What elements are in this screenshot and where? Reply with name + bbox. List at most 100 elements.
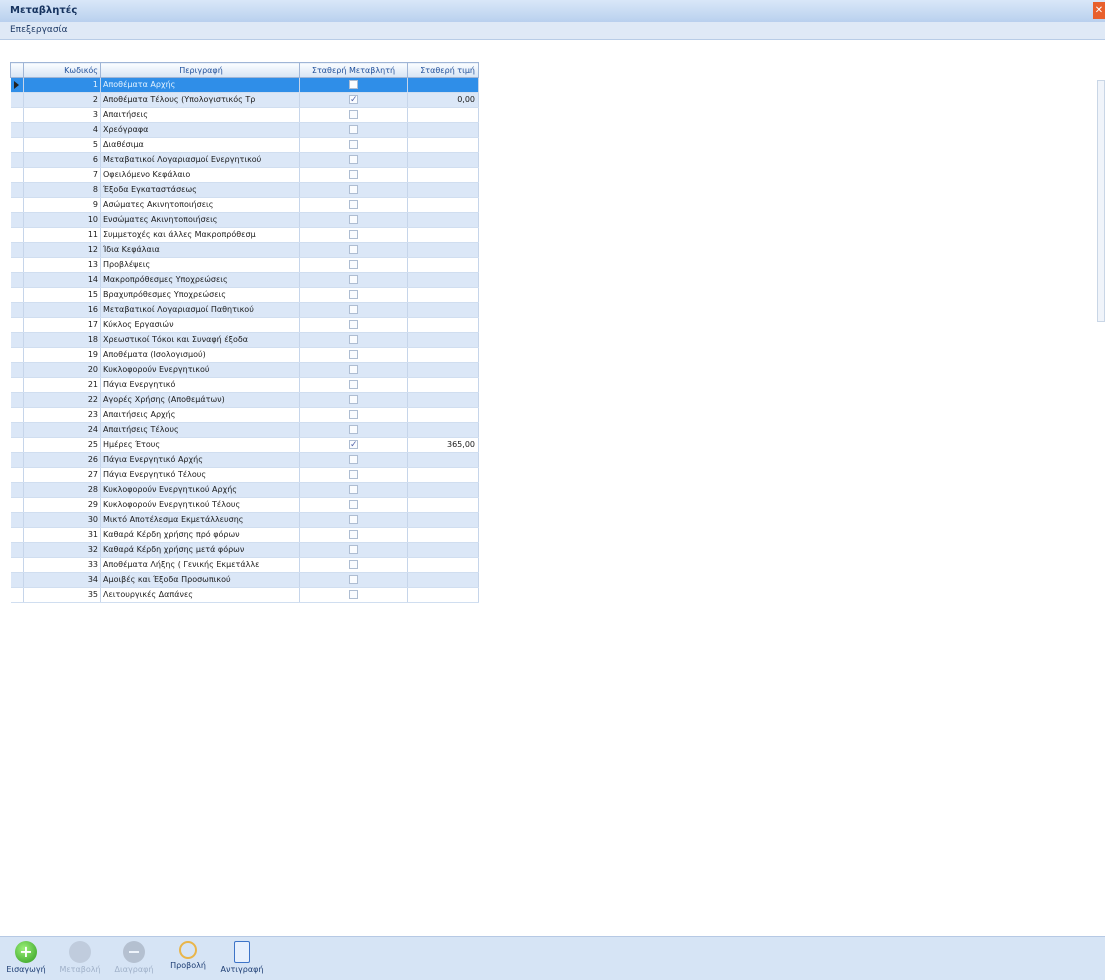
table-row[interactable]: 33 Αποθέματα Λήξης ( Γενικής Εκμετάλλε [10,557,479,573]
cell-description[interactable]: Διαθέσιμα [100,137,300,153]
cell-fixed-variable[interactable] [299,317,408,333]
fixed-checkbox[interactable] [349,260,358,269]
table-row[interactable]: 12 Ίδια Κεφάλαια [10,242,479,258]
cell-code[interactable]: 32 [23,542,101,558]
table-row[interactable]: 16 Μεταβατικοί Λογαριασμοί Παθητικού [10,302,479,318]
cell-fixed-variable[interactable] [299,527,408,543]
table-row[interactable]: 20 Κυκλοφορούν Ενεργητικού [10,362,479,378]
cell-fixed-variable[interactable] [299,302,408,318]
row-indicator[interactable] [10,542,24,558]
row-indicator[interactable] [10,332,24,348]
cell-fixed-value[interactable]: 0,00 [407,92,479,108]
row-indicator[interactable] [10,287,24,303]
cell-fixed-value[interactable] [407,227,479,243]
fixed-checkbox[interactable] [349,200,358,209]
cell-fixed-value[interactable] [407,167,479,183]
cell-code[interactable]: 8 [23,182,101,198]
fixed-checkbox[interactable] [349,140,358,149]
cell-description[interactable]: Κύκλος Εργασιών [100,317,300,333]
edit-button[interactable]: Μεταβολή [58,941,102,974]
cell-fixed-variable[interactable] [299,92,408,108]
cell-fixed-variable[interactable] [299,572,408,588]
fixed-checkbox[interactable] [349,380,358,389]
row-indicator[interactable] [10,167,24,183]
fixed-checkbox[interactable] [349,290,358,299]
table-row[interactable]: 8 Έξοδα Εγκαταστάσεως [10,182,479,198]
cell-description[interactable]: Καθαρά Κέρδη χρήσης μετά φόρων [100,542,300,558]
row-indicator[interactable] [10,257,24,273]
cell-fixed-value[interactable] [407,302,479,318]
cell-description[interactable]: Ασώματες Ακινητοποιήσεις [100,197,300,213]
cell-description[interactable]: Αποθέματα Τέλους (Υπολογιστικός Τρ [100,92,300,108]
cell-fixed-variable[interactable] [299,272,408,288]
cell-description[interactable]: Βραχυπρόθεσμες Υποχρεώσεις [100,287,300,303]
cell-description[interactable]: Μικτό Αποτέλεσμα Εκμετάλλευσης [100,512,300,528]
cell-fixed-variable[interactable] [299,197,408,213]
cell-code[interactable]: 31 [23,527,101,543]
cell-code[interactable]: 28 [23,482,101,498]
table-row[interactable]: 15 Βραχυπρόθεσμες Υποχρεώσεις [10,287,479,303]
cell-description[interactable]: Πάγια Ενεργητικό Αρχής [100,452,300,468]
table-row[interactable]: 4 Χρεόγραφα [10,122,479,138]
row-indicator[interactable] [10,212,24,228]
row-indicator[interactable] [10,152,24,168]
row-indicator[interactable] [10,302,24,318]
fixed-checkbox[interactable] [349,470,358,479]
cell-code[interactable]: 29 [23,497,101,513]
table-row[interactable]: 21 Πάγια Ενεργητικό [10,377,479,393]
cell-fixed-variable[interactable] [299,557,408,573]
cell-code[interactable]: 30 [23,512,101,528]
cell-fixed-value[interactable] [407,182,479,198]
table-row[interactable]: 26 Πάγια Ενεργητικό Αρχής [10,452,479,468]
fixed-checkbox[interactable] [349,170,358,179]
cell-code[interactable]: 13 [23,257,101,273]
cell-fixed-variable[interactable] [299,152,408,168]
fixed-checkbox[interactable] [349,275,358,284]
cell-code[interactable]: 5 [23,137,101,153]
row-indicator[interactable] [10,227,24,243]
cell-fixed-value[interactable] [407,407,479,423]
cell-fixed-value[interactable] [407,377,479,393]
cell-fixed-value[interactable] [407,107,479,123]
row-indicator[interactable] [10,407,24,423]
table-row[interactable]: 2Αποθέματα Τέλους (Υπολογιστικός Τρ 0,00 [10,92,479,108]
cell-fixed-variable[interactable] [299,242,408,258]
fixed-checkbox[interactable] [349,93,358,107]
cell-fixed-value[interactable] [407,242,479,258]
cell-fixed-variable[interactable] [299,512,408,528]
cell-description[interactable]: Ενσώματες Ακινητοποιήσεις [100,212,300,228]
cell-fixed-variable[interactable] [299,287,408,303]
row-indicator[interactable] [10,527,24,543]
cell-fixed-variable[interactable] [299,227,408,243]
table-row[interactable]: 17 Κύκλος Εργασιών [10,317,479,333]
table-row[interactable]: 5 Διαθέσιμα [10,137,479,153]
row-indicator[interactable] [10,512,24,528]
fixed-checkbox[interactable] [349,80,358,89]
fixed-checkbox[interactable] [349,560,358,569]
cell-fixed-value[interactable] [407,482,479,498]
cell-fixed-variable[interactable] [299,257,408,273]
delete-button[interactable]: Διαγραφή [112,941,156,974]
row-indicator[interactable] [10,467,24,483]
column-header-code[interactable]: Κωδικός [23,62,101,78]
table-row[interactable]: 10 Ενσώματες Ακινητοποιήσεις [10,212,479,228]
cell-fixed-value[interactable] [407,452,479,468]
fixed-checkbox[interactable] [349,530,358,539]
row-indicator[interactable] [10,242,24,258]
row-indicator[interactable] [10,482,24,498]
cell-code[interactable]: 33 [23,557,101,573]
cell-code[interactable]: 23 [23,407,101,423]
cell-code[interactable]: 4 [23,122,101,138]
cell-description[interactable]: Λειτουργικές Δαπάνες [100,587,300,603]
table-row[interactable]: 35 Λειτουργικές Δαπάνες [10,587,479,603]
cell-fixed-value[interactable] [407,332,479,348]
row-indicator[interactable] [10,572,24,588]
table-row[interactable]: 32 Καθαρά Κέρδη χρήσης μετά φόρων [10,542,479,558]
row-indicator[interactable] [10,182,24,198]
cell-fixed-variable[interactable] [299,452,408,468]
cell-code[interactable]: 11 [23,227,101,243]
table-row[interactable]: 30 Μικτό Αποτέλεσμα Εκμετάλλευσης [10,512,479,528]
row-indicator[interactable] [10,197,24,213]
cell-fixed-value[interactable] [407,587,479,603]
cell-description[interactable]: Πάγια Ενεργητικό Τέλους [100,467,300,483]
